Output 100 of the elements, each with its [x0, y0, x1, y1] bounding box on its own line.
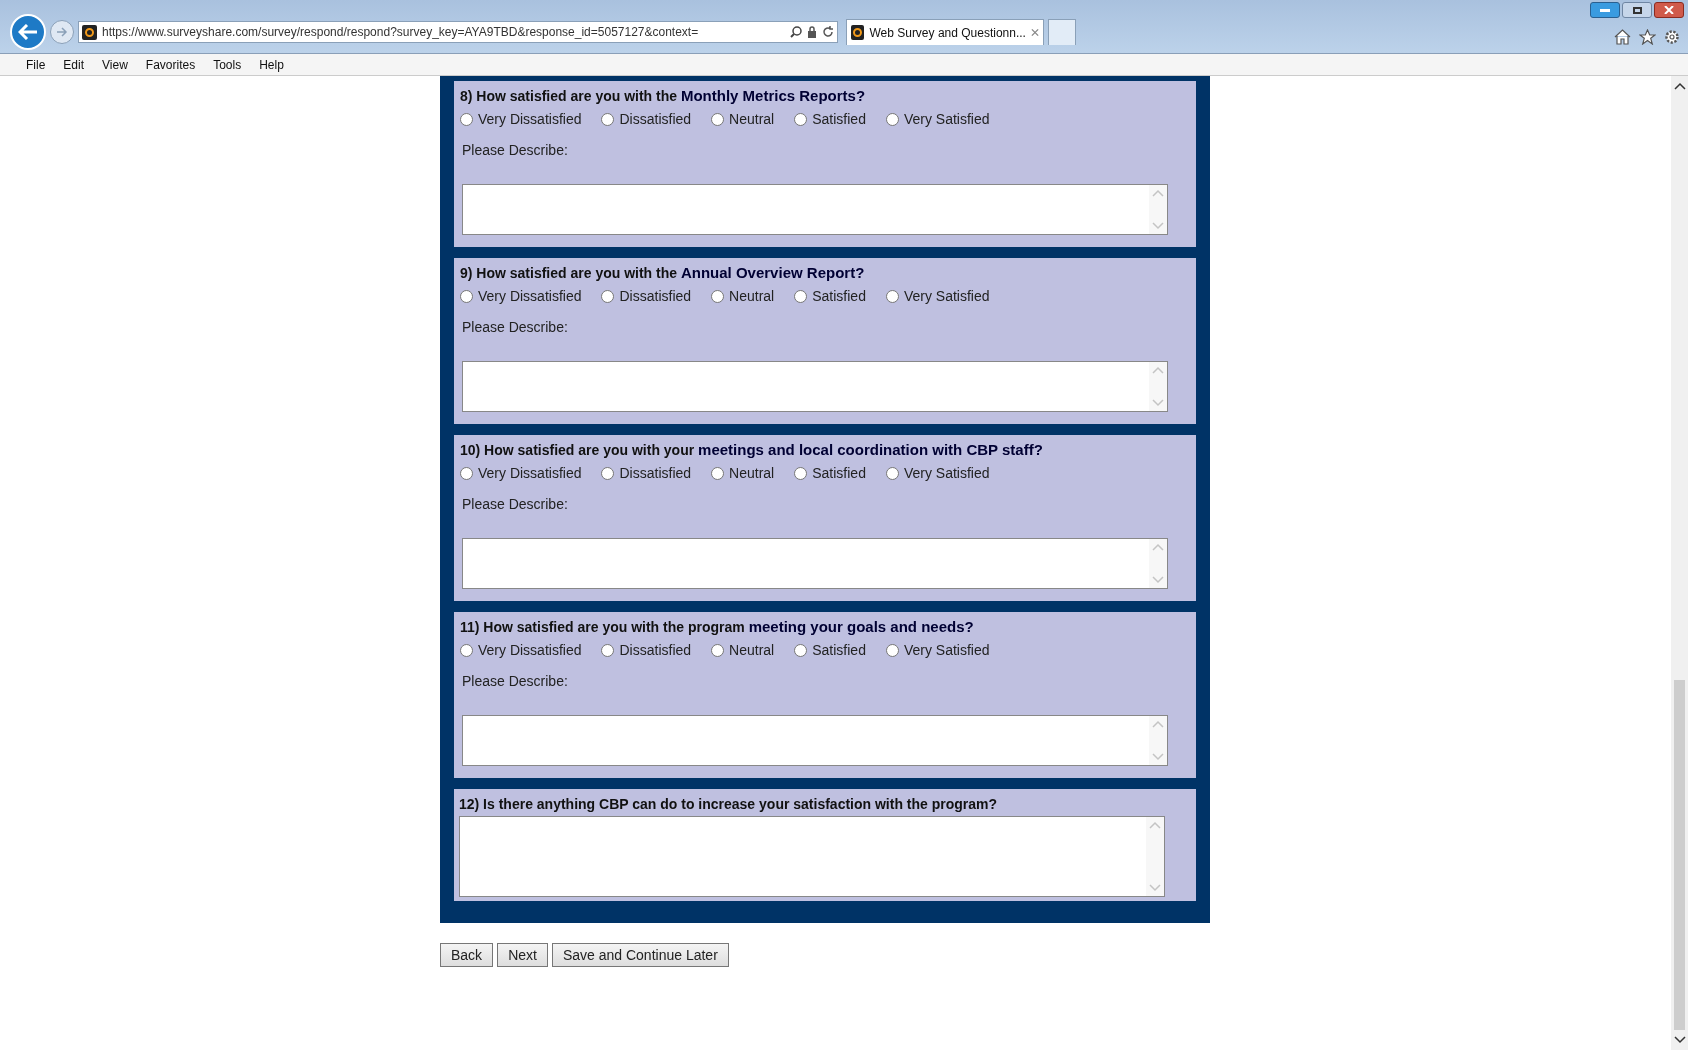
address-bar[interactable]: https://www.surveyshare.com/survey/respond/respond?survey_key=AYA9TBD&response_id=5057127&context=	[78, 21, 838, 43]
describe-label: Please Describe:	[462, 318, 569, 337]
textarea-scrollbar[interactable]	[1146, 817, 1164, 896]
question-title: 11) How satisfied are you with the program meeting your goals and needs?	[460, 618, 975, 636]
radio-option[interactable]: Very Dissatisfied	[460, 463, 582, 484]
radio-option[interactable]: Very Satisfied	[885, 109, 990, 130]
radio-button[interactable]	[601, 290, 615, 303]
search-icon	[790, 26, 802, 38]
radio-button[interactable]	[460, 290, 473, 303]
radio-option[interactable]: Dissatisfied	[601, 463, 692, 484]
radio-button[interactable]	[885, 290, 899, 303]
home-icon[interactable]	[1614, 29, 1631, 45]
radio-option[interactable]: Satisfied	[794, 463, 866, 484]
arrow-left-icon	[18, 24, 38, 40]
new-tab-button[interactable]	[1048, 19, 1076, 45]
radio-button[interactable]	[601, 467, 615, 480]
lock-icon	[807, 26, 817, 38]
radio-button[interactable]	[885, 644, 899, 657]
radio-option[interactable]: Neutral	[711, 286, 775, 307]
chevron-up-icon	[1152, 366, 1164, 374]
radio-button[interactable]	[794, 290, 808, 303]
radio-button[interactable]	[601, 644, 615, 657]
describe-textarea[interactable]	[462, 715, 1168, 766]
radio-button[interactable]	[711, 467, 725, 480]
page-scrollbar[interactable]	[1671, 76, 1688, 1050]
radio-option[interactable]: Dissatisfied	[601, 640, 692, 661]
radio-option[interactable]: Very Dissatisfied	[460, 109, 582, 130]
textarea-scrollbar[interactable]	[1149, 362, 1167, 411]
radio-option[interactable]: Neutral	[711, 640, 775, 661]
radio-option[interactable]: Dissatisfied	[601, 286, 692, 307]
radio-button[interactable]	[794, 113, 808, 126]
question-title: 8) How satisfied are you with the Monthly Metrics Reports?	[460, 87, 867, 105]
describe-label: Please Describe:	[462, 672, 569, 691]
radio-option[interactable]: Very Dissatisfied	[460, 286, 582, 307]
nav-button[interactable]: Back	[440, 943, 494, 967]
radio-button[interactable]	[794, 644, 808, 657]
close-button[interactable]	[1654, 2, 1684, 18]
textarea-scrollbar[interactable]	[1149, 185, 1167, 234]
chevron-down-icon	[1152, 576, 1164, 584]
chevron-down-icon	[1152, 753, 1164, 761]
describe-label: Please Describe:	[462, 495, 569, 514]
browser-tab[interactable]: Web Survey and Questionn...	[846, 19, 1044, 45]
refresh-icon	[822, 26, 834, 38]
question-title: 12) Is there anything CBP can do to increase your satisfaction with the program?	[459, 795, 999, 813]
menu-item[interactable]: Help	[259, 55, 284, 74]
radio-button[interactable]	[460, 467, 473, 480]
nav-button[interactable]: Next	[497, 943, 548, 967]
star-icon[interactable]	[1639, 29, 1656, 45]
close-icon[interactable]	[1030, 28, 1039, 37]
back-button[interactable]	[10, 14, 46, 50]
radio-button[interactable]	[460, 644, 473, 657]
radio-option[interactable]: Dissatisfied	[601, 109, 692, 130]
describe-textarea[interactable]	[462, 361, 1168, 412]
radio-option[interactable]: Very Satisfied	[885, 463, 990, 484]
tab-title: Web Survey and Questionn...	[869, 24, 1026, 42]
chevron-down-icon	[1152, 399, 1164, 407]
radio-button[interactable]	[885, 467, 899, 480]
chevron-up-icon	[1152, 189, 1164, 197]
describe-textarea[interactable]	[462, 184, 1168, 235]
restore-button[interactable]	[1622, 2, 1652, 18]
radio-button[interactable]	[711, 644, 725, 657]
radio-button[interactable]	[601, 113, 615, 126]
chevron-down-icon	[1152, 222, 1164, 230]
textarea-scrollbar[interactable]	[1149, 716, 1167, 765]
chevron-up-icon	[1149, 821, 1161, 829]
arrow-right-icon	[56, 27, 68, 37]
menu-item[interactable]: Tools	[213, 55, 242, 74]
radio-option[interactable]: Very Dissatisfied	[460, 640, 582, 661]
radio-option[interactable]: Satisfied	[794, 286, 866, 307]
textarea-scrollbar[interactable]	[1149, 539, 1167, 588]
radio-option[interactable]: Satisfied	[794, 109, 866, 130]
address-text: https://www.surveyshare.com/survey/respond/respond?survey_key=AYA9TBD&response_id=5057127&context=	[102, 24, 700, 41]
nav-button[interactable]: Save and Continue Later	[551, 943, 729, 967]
question-title: 9) How satisfied are you with the Annual Overview Report?	[460, 264, 866, 282]
describe-textarea[interactable]	[462, 538, 1168, 589]
menu-item[interactable]: View	[102, 55, 128, 74]
radio-option[interactable]: Very Satisfied	[885, 640, 990, 661]
chevron-down-icon	[1149, 884, 1161, 892]
radio-option[interactable]: Neutral	[711, 109, 775, 130]
radio-option[interactable]: Very Satisfied	[885, 286, 990, 307]
radio-button[interactable]	[460, 113, 473, 126]
answer-textarea[interactable]	[459, 816, 1165, 897]
radio-option[interactable]: Satisfied	[794, 640, 866, 661]
close-icon	[1664, 6, 1674, 14]
radio-button[interactable]	[794, 467, 808, 480]
forward-button[interactable]	[50, 20, 74, 44]
radio-button[interactable]	[711, 113, 725, 126]
settings-icon[interactable]	[1664, 29, 1680, 45]
menu-item[interactable]: Favorites	[145, 55, 196, 74]
radio-option[interactable]: Neutral	[711, 463, 775, 484]
radio-button[interactable]	[885, 113, 899, 126]
question-title: 10) How satisfied are you with your meetings and local coordination with CBP staff?	[460, 441, 1044, 459]
chevron-up-icon	[1673, 82, 1686, 90]
minimize-button[interactable]	[1590, 2, 1620, 18]
chevron-up-icon	[1152, 543, 1164, 551]
menu-item[interactable]: Edit	[63, 55, 85, 74]
radio-button[interactable]	[711, 290, 725, 303]
menu-item[interactable]: File	[26, 55, 46, 74]
scrollbar-thumb[interactable]	[1674, 680, 1685, 1030]
chevron-up-icon	[1152, 720, 1164, 728]
